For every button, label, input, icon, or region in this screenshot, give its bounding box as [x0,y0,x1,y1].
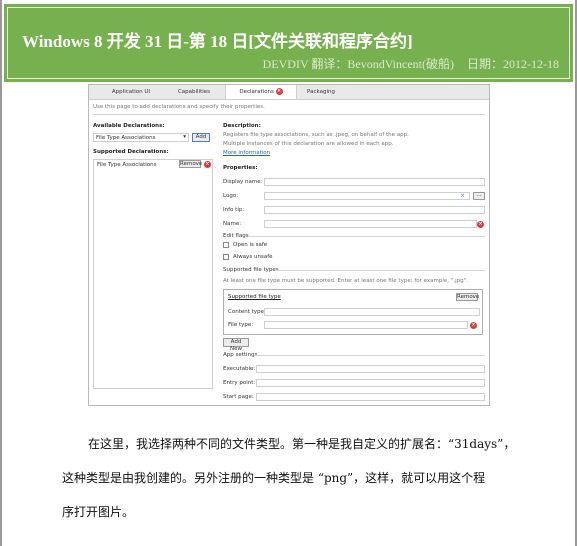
page-edge-left [0,0,2,546]
start-page-label: Start page: [223,394,254,400]
error-icon: × [477,221,484,228]
info-tip-label: Info tip: [223,207,245,213]
logo-field[interactable]: × [264,192,470,200]
divider [275,270,485,271]
entry-point-label: Entry point: [223,380,256,386]
remove-file-type-button[interactable]: Remove [456,293,479,301]
start-page-field[interactable] [256,393,485,401]
always-unsafe-label: Always unsafe [233,254,273,260]
supported-file-type-heading: Supported file type [228,294,281,300]
content-type-label: Content type: [228,309,266,315]
manifest-editor-screenshot: Application UI Capabilities Declarations… [88,84,490,406]
tab-declarations[interactable]: Declarations × [225,85,297,99]
open-is-safe-label: Open is safe [233,242,268,248]
body-paragraph-line-3: 序打开图片。 [62,505,135,519]
description-label: Description: [223,123,261,129]
clear-icon[interactable]: × [460,193,465,199]
tab-declarations-label: Declarations [239,89,274,95]
body-paragraph-line-2: 这种类型是由我创建的。另外注册的一种类型是 “png”，这样，就可以用这个程 [62,471,486,485]
tab-application-ui[interactable]: Application UI [99,85,163,99]
translator-credit: DEVDIV 翻译：BevondVincent(破船) [262,57,454,71]
header-meta: DEVDIV 翻译：BevondVincent(破船) 日期：2012-12-1… [253,55,559,72]
tab-capabilities[interactable]: Capabilities [165,85,223,99]
display-name-label: Display name: [223,179,263,185]
more-information-link[interactable]: More information [223,150,270,156]
divider [255,355,485,356]
available-declarations-label: Available Declarations: [93,123,165,129]
info-tip-field[interactable] [264,206,485,214]
content-type-field[interactable] [264,308,480,316]
name-field[interactable] [264,220,477,228]
publish-date: 日期：2012-12-18 [467,57,559,71]
description-line-1: Registers file type associations, such a… [223,132,409,138]
open-is-safe-checkbox[interactable] [223,242,229,248]
available-declarations-value: File Type Associations [96,135,156,141]
executable-field[interactable] [256,365,485,373]
description-line-2: Multiple instances of this declaration a… [223,141,394,147]
tab-packaging[interactable]: Packaging [297,85,345,99]
supported-declaration-item[interactable]: File Type Associations [97,162,157,168]
supported-declarations-label: Supported Declarations: [93,149,169,155]
supported-file-types-label: Supported file types [223,267,279,273]
available-declarations-select[interactable]: File Type Associations ▾ [93,133,189,142]
browse-logo-button[interactable]: ... [473,192,485,200]
logo-label: Logo: [223,193,239,199]
name-label: Name: [223,221,242,227]
supported-file-type-group: Supported file type Remove Content type:… [223,289,483,335]
properties-label: Properties: [223,165,258,171]
app-settings-label: App settings [223,352,258,358]
supported-declarations-list[interactable]: File Type Associations Remove × [93,159,213,389]
always-unsafe-checkbox[interactable] [223,254,229,260]
error-icon: × [275,88,283,95]
remove-declaration-button[interactable]: Remove [179,160,202,168]
file-type-field[interactable] [264,321,468,329]
executable-label: Executable: [223,366,256,372]
add-new-button[interactable]: Add New [223,338,249,352]
tab-bar: Application UI Capabilities Declarations… [89,85,489,100]
header-banner-inner: Windows 8 开发 31 日-第 18 日[文件关联和程序合约] DEVD… [7,7,570,79]
error-icon: × [470,322,477,329]
display-name-field[interactable] [264,178,485,186]
chevron-down-icon: ▾ [183,134,186,140]
intro-text: Use this page to add declarations and sp… [93,104,265,110]
error-icon: × [204,161,211,168]
file-type-label: File type: [228,322,254,328]
entry-point-field[interactable] [256,379,485,387]
file-types-note: At least one file type must be supported… [223,278,468,284]
edit-flags-label: Edit flags [223,233,249,239]
add-declaration-button[interactable]: Add [192,133,210,142]
divider [93,114,485,115]
divider [249,236,485,237]
header-banner: Windows 8 开发 31 日-第 18 日[文件关联和程序合约] DEVD… [4,4,573,82]
body-paragraph-line-1: 在这里，我选择两种不同的文件类型。第一种是我自定义的扩展名：“31days”， [88,437,516,451]
page-title: Windows 8 开发 31 日-第 18 日[文件关联和程序合约] [22,32,413,51]
